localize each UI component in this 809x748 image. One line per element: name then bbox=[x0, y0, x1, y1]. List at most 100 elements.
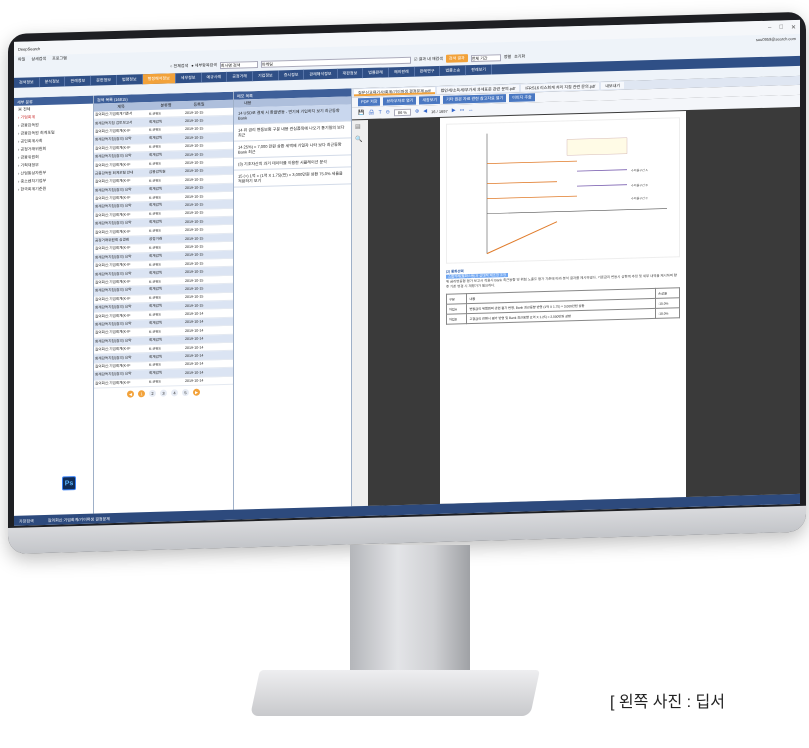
next-page-button[interactable]: ▶ bbox=[193, 388, 200, 396]
page-button[interactable]: 5 bbox=[182, 388, 189, 397]
table-cell: K-IFRS bbox=[149, 228, 161, 234]
category-tab[interactable]: 법령정보 bbox=[116, 74, 143, 85]
table-cell: 회계감독지침(질의) 요약 bbox=[95, 321, 132, 327]
note-item[interactable]: 15 (+) 1억 = (1억 X 1.75)(만) = 3,000만원 상환 … bbox=[234, 167, 351, 188]
save-icon[interactable]: 💾 bbox=[358, 110, 364, 116]
table-cell: 2019-10-15 bbox=[185, 185, 204, 191]
table-cell: K-IFRS bbox=[149, 195, 161, 200]
category-tab[interactable]: 법률소송 bbox=[440, 65, 467, 76]
category-tab[interactable]: 예규사례 bbox=[201, 71, 228, 83]
table-cell: 회계감독 bbox=[149, 287, 163, 292]
viewer-tool-button[interactable]: 브라우저로 열기 bbox=[383, 96, 417, 106]
next-page-icon[interactable]: ▶ bbox=[452, 107, 456, 113]
table-cell: 회계감독지침(질의) 요약 bbox=[95, 153, 132, 159]
user-email[interactable]: sou0959@search.com bbox=[756, 35, 796, 41]
table-cell: 차입A bbox=[446, 303, 467, 315]
table-cell: 질의회신:기업회계기준서 bbox=[95, 111, 133, 117]
page-figure: 수익률구간 A 수익률구간 B 수익률구간 C bbox=[446, 117, 680, 264]
category-tab[interactable]: 문헌정보 bbox=[91, 74, 117, 86]
zoom-in-icon[interactable]: ⊕ bbox=[415, 109, 419, 115]
pdf-viewer: 질문신교육기사/회계/기이퍼생 결정문제.pdf 법인세/소득세/부가세 과세표준… bbox=[352, 75, 800, 507]
table-cell: 2019-10-15 bbox=[185, 219, 204, 224]
table-cell: 2019-10-15 bbox=[185, 135, 204, 140]
table-cell: 2019-10-15 bbox=[185, 294, 204, 300]
table-cell: 질의회신:기업회계(K-IF bbox=[95, 296, 131, 302]
maximize-icon[interactable]: □ bbox=[779, 24, 783, 31]
radio-all[interactable]: ○ 전체검색 bbox=[170, 63, 188, 70]
prev-page-button[interactable]: ◀ bbox=[127, 390, 134, 398]
table-cell: 2019-10-15 bbox=[185, 110, 204, 115]
reset-button[interactable]: 초기화 bbox=[514, 54, 525, 60]
close-icon[interactable]: ✕ bbox=[791, 23, 796, 30]
table-cell: 회계감독 bbox=[149, 152, 163, 158]
print-icon[interactable]: 🖨 bbox=[368, 110, 374, 116]
radio-detail[interactable]: ● 세부항목검색 bbox=[191, 62, 217, 69]
category-tab[interactable]: 기업정보 bbox=[252, 70, 279, 82]
fit-page-icon[interactable]: ▭ bbox=[460, 107, 465, 113]
table-cell: K-IFRS bbox=[149, 279, 161, 284]
find-icon[interactable]: 🔍 bbox=[352, 133, 368, 146]
table-cell: K-IFRS bbox=[149, 144, 161, 150]
page-indicator[interactable]: 16 / 1697 bbox=[431, 108, 448, 113]
viewer-tool-button[interactable]: 새창보기 bbox=[419, 95, 441, 105]
table-cell: 2019-10-14 bbox=[185, 345, 204, 350]
notes-panel: 메모 목록 내용 14 USD로 결제 시 환율변동 - 연기에 기입하지 보기… bbox=[234, 88, 352, 510]
payoff-figure: 수익률구간 A 수익률구간 B 수익률구간 C bbox=[486, 133, 667, 255]
zoom-out-icon[interactable]: ⊖ bbox=[386, 109, 390, 115]
range-select[interactable]: 전체 기간 bbox=[470, 53, 501, 62]
viewer-tool-button[interactable]: 이미지 추출 bbox=[509, 93, 535, 103]
table-cell: 질의회신:기업회계(K-IF bbox=[95, 145, 131, 151]
header-category[interactable]: 분류명 bbox=[148, 102, 184, 109]
category-tab[interactable]: 세무정보 bbox=[175, 72, 202, 84]
menu-search[interactable]: 상세검색 bbox=[31, 56, 46, 62]
table-cell: 질의회신:기업회계(K-IF bbox=[95, 195, 131, 201]
category-tab[interactable]: 판례보기 bbox=[466, 64, 492, 76]
menu-file[interactable]: 파일 bbox=[18, 57, 25, 63]
table-cell: 차입B bbox=[446, 313, 467, 325]
category-tab[interactable]: 분석정보 bbox=[39, 76, 66, 88]
page-button[interactable]: 2 bbox=[149, 389, 156, 397]
zoom-level[interactable]: 86 % bbox=[393, 108, 411, 116]
header-date[interactable]: 등록일 bbox=[184, 101, 214, 108]
table-cell: 금융감독원 회계포털 안내 bbox=[95, 170, 134, 176]
table-cell: 회계감독지침(질의) 요약 bbox=[95, 220, 132, 226]
document-tab[interactable]: 내보내기 bbox=[601, 81, 625, 90]
prev-page-icon[interactable]: ◀ bbox=[423, 108, 427, 114]
fit-width-icon[interactable]: ↔ bbox=[468, 107, 473, 113]
category-tab[interactable]: 증시정보 bbox=[278, 69, 305, 81]
table-cell: 2019-10-15 bbox=[185, 143, 204, 149]
pagination: ◀ 1 2 3 4 5 ▶ bbox=[94, 385, 233, 402]
category-tab[interactable]: 판례정보 bbox=[65, 75, 92, 87]
minimize-icon[interactable]: – bbox=[768, 24, 771, 31]
table-cell: 회계감독지침(질의) 요약 bbox=[95, 371, 132, 377]
page-button[interactable]: 1 bbox=[138, 390, 145, 398]
table-cell: 2019-10-15 bbox=[185, 177, 204, 182]
viewer-tool-button[interactable]: PDF 저장 bbox=[358, 97, 381, 107]
category-tab[interactable]: 판례연구 bbox=[414, 65, 441, 77]
table-cell: 회계감독지침(질의) 요약 bbox=[95, 254, 132, 260]
category-tab[interactable]: 재판정보 bbox=[337, 68, 364, 79]
company-search-field[interactable]: 회사명 검색 bbox=[219, 60, 258, 69]
table-cell: 회계감독 bbox=[149, 337, 163, 342]
table-cell: K-IFRS bbox=[149, 111, 161, 116]
menu-program[interactable]: 프로그램 bbox=[52, 55, 67, 61]
category-tab[interactable]: 공정거래 bbox=[227, 71, 253, 82]
category-tab[interactable]: 해외판례 bbox=[389, 66, 415, 78]
search-button[interactable]: 검색 결과 bbox=[445, 54, 468, 63]
filter-checkbox[interactable]: ☑ 결과 내 재검색 bbox=[414, 56, 443, 63]
table-cell: 질의회신:기업회계(K-IF bbox=[95, 128, 131, 134]
status-path: 질의회신:기업회계/기이퍼생 결정문제 bbox=[47, 516, 110, 523]
text-icon[interactable]: T bbox=[379, 110, 382, 116]
search-input[interactable]: 마케팅 bbox=[260, 56, 411, 68]
category-tab[interactable]: 검색정보 bbox=[14, 77, 40, 88]
page-button[interactable]: 3 bbox=[160, 389, 167, 397]
thumbnail-icon[interactable]: ▤ bbox=[352, 120, 368, 133]
page-button[interactable]: 4 bbox=[171, 389, 178, 397]
tree-item[interactable]: › 한국회계기준원 bbox=[14, 184, 93, 194]
table-cell: 2019-10-15 bbox=[185, 278, 204, 283]
category-tab[interactable]: 판례해석정보 bbox=[304, 68, 338, 80]
category-tab[interactable]: 행정해석정보 bbox=[142, 73, 176, 85]
table-cell: 2019-10-14 bbox=[185, 311, 204, 317]
photoshop-icon[interactable]: Ps bbox=[62, 476, 76, 491]
category-tab[interactable]: 법률판례 bbox=[363, 67, 389, 79]
